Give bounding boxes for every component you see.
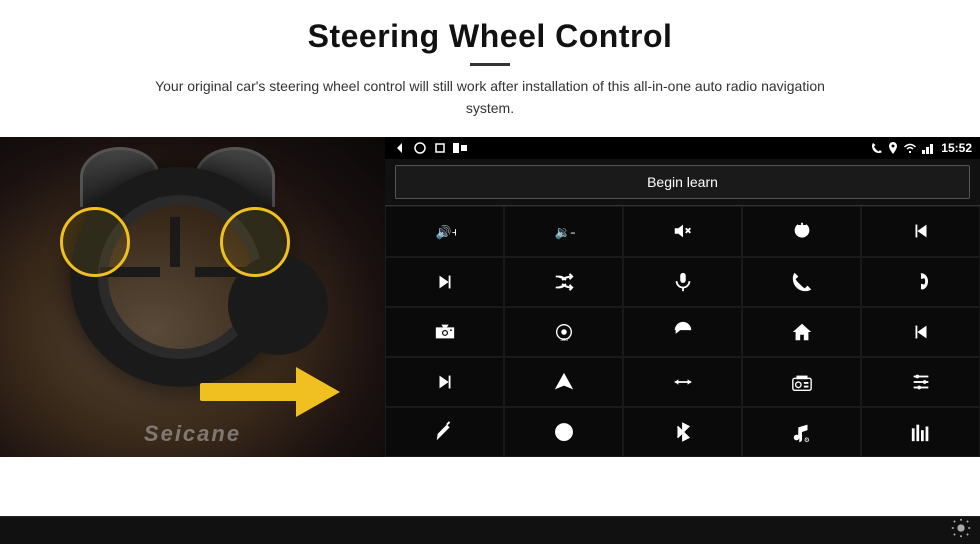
spoke-top [170, 217, 180, 267]
ctrl-radio[interactable] [742, 357, 861, 407]
begin-learn-row: Begin learn [385, 159, 980, 205]
page-title: Steering Wheel Control [60, 18, 920, 55]
page-top: Steering Wheel Control Your original car… [0, 0, 980, 127]
controls-grid: 🔊+ 🔉– [385, 205, 980, 457]
ctrl-next-skip[interactable] [385, 257, 504, 307]
ctrl-shuffle[interactable] [504, 257, 623, 307]
svg-text:⚙: ⚙ [803, 437, 809, 443]
ctrl-bluetooth[interactable] [623, 407, 742, 457]
ctrl-steering[interactable] [504, 407, 623, 457]
ctrl-hang-up[interactable] [861, 257, 980, 307]
svg-text:🔉–: 🔉– [554, 225, 574, 241]
ctrl-camera[interactable] [385, 307, 504, 357]
title-divider [470, 63, 510, 66]
status-bar: 15:52 [385, 137, 980, 159]
ctrl-vol-up[interactable]: 🔊+ [385, 206, 504, 256]
time-display: 15:52 [941, 141, 972, 155]
arrow-indicator [200, 367, 340, 417]
arrow-body [200, 383, 300, 401]
seicane-watermark: Seicane [144, 421, 241, 447]
ctrl-pen[interactable] [385, 407, 504, 457]
header: Steering Wheel Control Your original car… [0, 0, 980, 127]
highlight-left-buttons [60, 207, 130, 277]
page-wrapper: Steering Wheel Control Your original car… [0, 0, 980, 544]
ctrl-skip-back2[interactable] [861, 307, 980, 357]
begin-learn-button[interactable]: Begin learn [395, 165, 970, 199]
status-right-icons: 15:52 [871, 141, 972, 155]
android-ui: 15:52 Begin learn 🔊+ 🔉– [385, 137, 980, 457]
ctrl-mute[interactable] [623, 206, 742, 256]
bottom-bar [0, 516, 980, 544]
status-nav-icons [393, 141, 469, 155]
subtitle: Your original car's steering wheel contr… [140, 76, 840, 119]
steering-scene: Seicane [0, 137, 385, 457]
steering-wheel-ring [70, 167, 290, 387]
ctrl-fast-forward[interactable] [385, 357, 504, 407]
ctrl-phone[interactable] [742, 257, 861, 307]
ctrl-mic[interactable] [623, 257, 742, 307]
ctrl-spectrum[interactable] [861, 407, 980, 457]
content-area: Seicane [0, 137, 980, 516]
arrow-head [296, 367, 340, 417]
ctrl-music[interactable]: ⚙ [742, 407, 861, 457]
notif-icon [453, 141, 469, 155]
location-icon [888, 142, 898, 154]
phone-icon [871, 142, 883, 154]
wifi-icon [903, 142, 917, 154]
ctrl-power[interactable] [742, 206, 861, 256]
ctrl-home[interactable] [742, 307, 861, 357]
ctrl-vol-down[interactable]: 🔉– [504, 206, 623, 256]
square-icon [433, 141, 447, 155]
svg-text:🔊+: 🔊+ [435, 224, 455, 241]
ctrl-360[interactable]: 360° [504, 307, 623, 357]
ctrl-back[interactable] [623, 307, 742, 357]
settings-gear-icon[interactable] [950, 517, 972, 544]
back-arrow-icon [393, 141, 407, 155]
home-circle-icon [413, 141, 427, 155]
highlight-right-buttons [220, 207, 290, 277]
steering-image: Seicane [0, 137, 385, 457]
ctrl-skip-prev[interactable] [861, 206, 980, 256]
signal-icon [922, 142, 936, 154]
ctrl-eq[interactable] [623, 357, 742, 407]
ctrl-sliders[interactable] [861, 357, 980, 407]
svg-text:360°: 360° [560, 337, 570, 342]
ctrl-navigation[interactable] [504, 357, 623, 407]
